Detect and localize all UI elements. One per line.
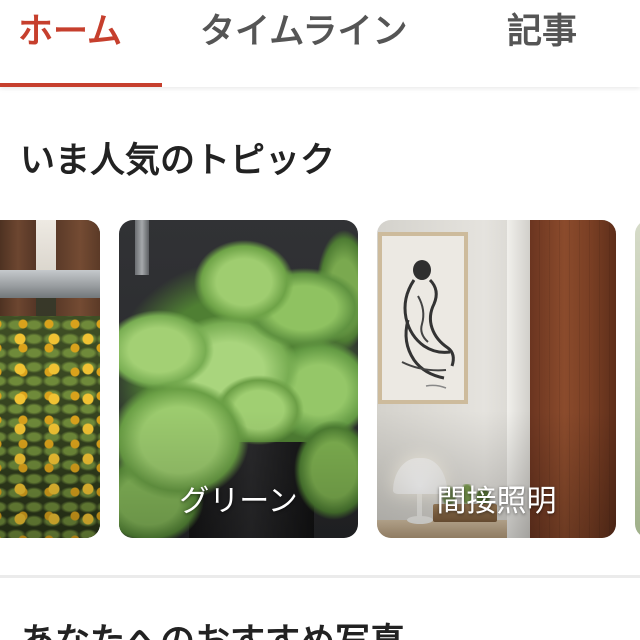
topic-card[interactable]: [635, 220, 640, 538]
tab-timeline[interactable]: タイムライン: [182, 0, 432, 87]
photo-shade: [0, 220, 100, 538]
recommended-heading: あなたへのおすすめ写真: [20, 622, 405, 640]
topic-card-label: グリーン: [179, 484, 298, 519]
tab-articles-label: 記事: [507, 12, 578, 52]
topic-card[interactable]: [0, 220, 100, 538]
section-divider: [0, 575, 640, 578]
popular-topics-heading: いま人気のトピック: [20, 141, 336, 181]
tab-home-label: ホーム: [18, 12, 122, 52]
top-tab-bar: ホーム タイムライン 記事: [0, 0, 640, 87]
topic-card-label: 間接照明: [436, 484, 557, 519]
topic-card-indirect-lighting[interactable]: 間接照明: [377, 220, 616, 538]
active-tab-indicator: [0, 83, 162, 87]
tab-home[interactable]: ホーム: [0, 0, 162, 87]
app-screen: ホーム タイムライン 記事 いま人気のトピック グリーン 間接照明: [0, 0, 640, 640]
recommended-section: あなたへのおすすめ写真: [0, 596, 640, 640]
topic-card-green[interactable]: グリーン: [119, 220, 358, 538]
topic-photo: [635, 220, 640, 538]
tab-articles[interactable]: 記事: [489, 0, 599, 87]
tab-timeline-label: タイムライン: [200, 12, 408, 52]
topic-carousel[interactable]: グリーン 間接照明: [0, 220, 640, 538]
